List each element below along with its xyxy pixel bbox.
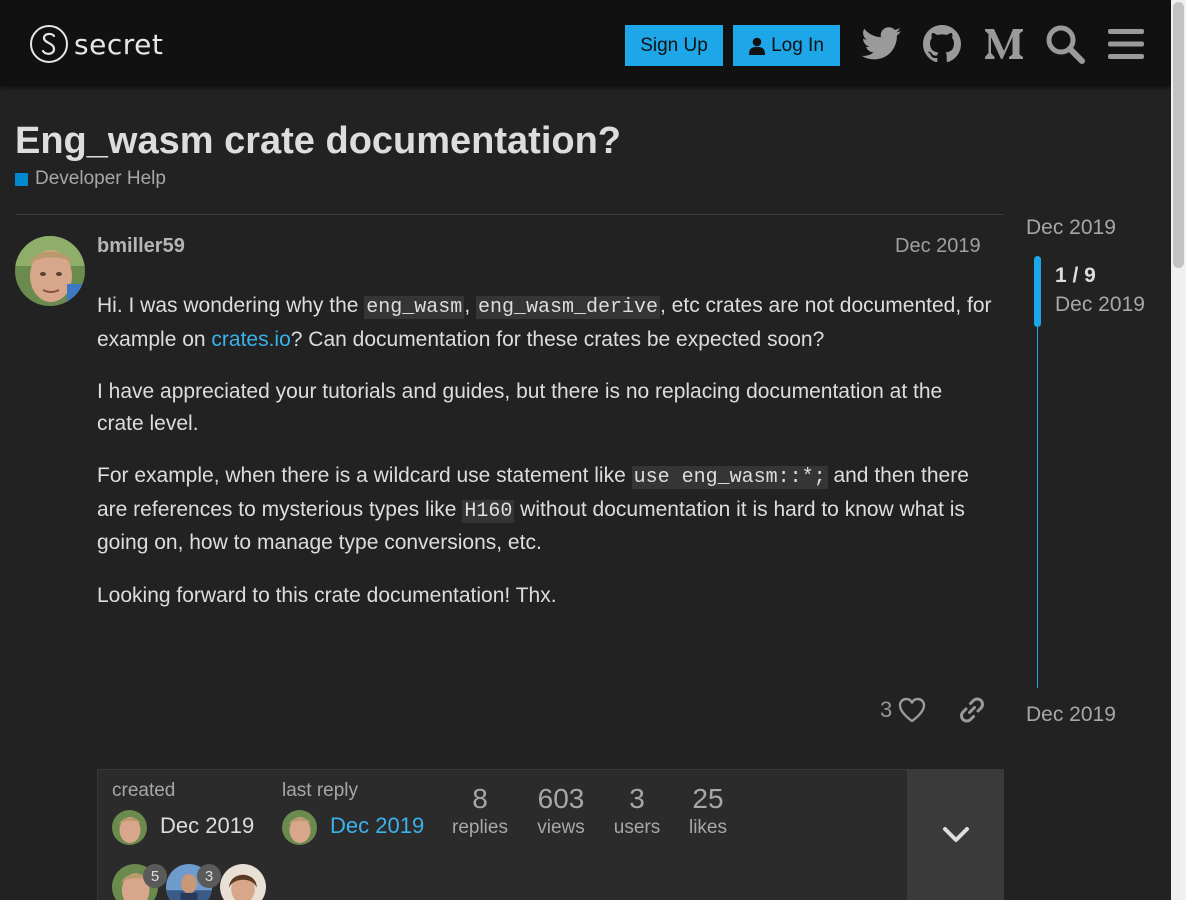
stat-number: 8	[472, 783, 488, 814]
stat-likes: 25 likes	[684, 783, 732, 839]
participant-post-count: 3	[197, 864, 221, 888]
topic-title[interactable]: Eng_wasm crate documentation?	[15, 120, 621, 163]
log-in-label: Log In	[771, 34, 824, 56]
text: Hi. I was wondering why the	[97, 294, 365, 317]
sign-up-button[interactable]: Sign Up	[625, 25, 723, 66]
title-divider	[16, 214, 1004, 215]
created-date: Dec 2019	[160, 813, 255, 838]
timeline-position: 1 / 9	[1055, 264, 1096, 287]
inline-code: use eng_wasm::*;	[631, 466, 828, 489]
timeline-start-date[interactable]: Dec 2019	[1026, 216, 1116, 240]
post-body: Hi. I was wondering why the eng_wasm, en…	[97, 290, 992, 632]
stat-number: 603	[537, 783, 585, 814]
logo-text: secret	[74, 27, 164, 61]
like-count[interactable]: 3	[880, 697, 892, 723]
post-actions: 3	[880, 696, 986, 724]
post-paragraph-1: Hi. I was wondering why the eng_wasm, en…	[97, 290, 992, 355]
chevron-down-icon	[942, 826, 969, 842]
user-icon	[749, 37, 766, 55]
inline-code: H160	[462, 499, 515, 523]
stat-views: 603 views	[530, 783, 592, 839]
avatar[interactable]	[112, 810, 147, 845]
last-reply-date[interactable]: Dec 2019	[330, 813, 424, 839]
topic-map-expand-button[interactable]	[907, 769, 1004, 900]
participant-post-count: 5	[143, 864, 167, 888]
post-paragraph-2: I have appreciated your tutorials and gu…	[97, 380, 943, 435]
search-icon[interactable]	[1043, 22, 1087, 66]
scrollbar-thumb[interactable]	[1173, 2, 1184, 268]
post-paragraph-3: For example, when there is a wildcard us…	[97, 460, 992, 559]
hamburger-menu-icon[interactable]	[1104, 22, 1148, 66]
avatar[interactable]	[15, 236, 85, 306]
heart-icon[interactable]	[898, 697, 926, 723]
stat-number: 25	[692, 783, 724, 814]
post-username[interactable]: bmiller59	[97, 235, 185, 258]
text: ? Can documentation for these crates be …	[290, 327, 825, 351]
category-name: Developer Help	[35, 168, 166, 189]
created-label: created	[112, 780, 176, 801]
timeline-handle[interactable]	[1034, 256, 1041, 327]
crates-io-link[interactable]: crates.io	[211, 328, 290, 351]
stat-label: likes	[688, 817, 727, 838]
text: For example, when there is a wildcard us…	[97, 464, 632, 487]
stat-number: 3	[629, 783, 645, 814]
log-in-button[interactable]: Log In	[733, 25, 840, 66]
timeline-end-date[interactable]: Dec 2019	[1026, 703, 1116, 727]
post-date[interactable]: Dec 2019	[895, 235, 981, 258]
category-color-swatch	[15, 172, 28, 186]
inline-code: eng_wasm_derive	[475, 296, 661, 319]
post-paragraph-4: Looking forward to this crate documentat…	[97, 583, 557, 607]
stat-label: replies	[452, 817, 508, 838]
medium-icon[interactable]	[982, 22, 1026, 66]
github-icon[interactable]	[920, 22, 964, 66]
site-header: secret Sign Up Log In	[0, 0, 1171, 86]
stat-users: 3 users	[610, 783, 664, 839]
timeline-handle-date: Dec 2019	[1055, 293, 1145, 316]
category-badge[interactable]: Developer Help	[15, 168, 166, 190]
last-reply-label: last reply	[282, 780, 359, 801]
inline-code: eng_wasm	[364, 296, 465, 319]
avatar[interactable]	[282, 810, 317, 845]
text: ,	[464, 294, 476, 317]
site-logo[interactable]: secret	[30, 25, 163, 63]
stat-label: users	[613, 817, 661, 838]
stat-replies: 8 replies	[450, 783, 510, 839]
stat-label: views	[537, 817, 585, 838]
secret-logo-icon	[30, 25, 68, 63]
twitter-icon[interactable]	[860, 22, 904, 66]
share-link-icon[interactable]	[958, 696, 986, 724]
